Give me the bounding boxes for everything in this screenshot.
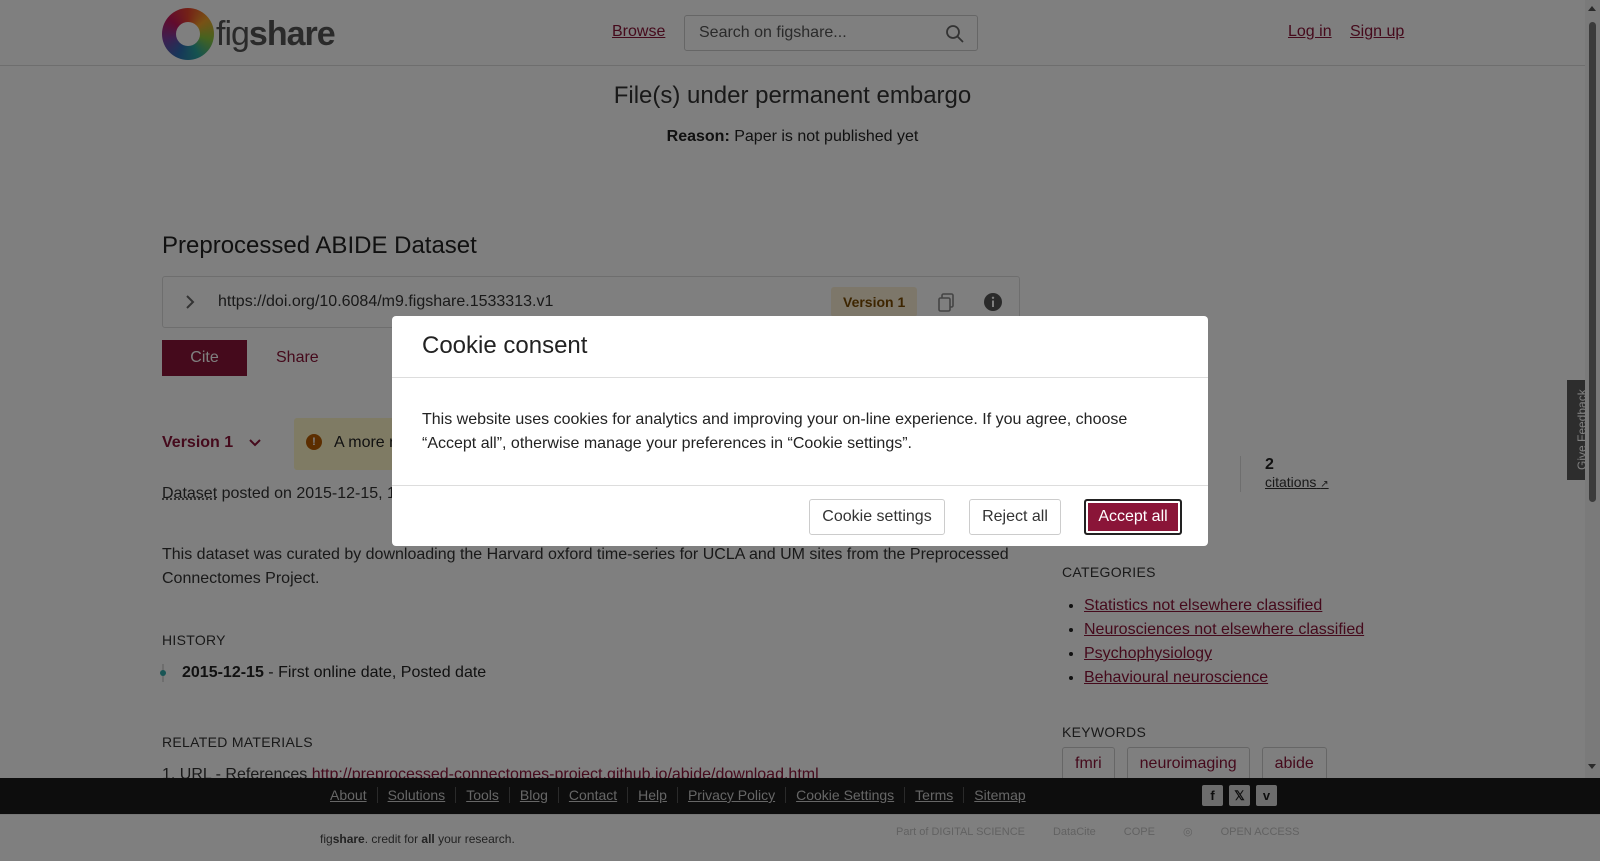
modal-title: Cookie consent <box>422 332 588 359</box>
cookie-settings-button[interactable]: Cookie settings <box>809 499 945 535</box>
modal-header: Cookie consent <box>392 316 1208 378</box>
reject-all-button[interactable]: Reject all <box>969 499 1061 535</box>
accept-all-button[interactable]: Accept all <box>1084 499 1182 535</box>
modal-body: This website uses cookies for analytics … <box>392 378 1208 486</box>
modal-footer: Cookie settings Reject all Accept all <box>392 486 1208 546</box>
cookie-consent-dialog: Cookie consent This website uses cookies… <box>392 316 1208 546</box>
